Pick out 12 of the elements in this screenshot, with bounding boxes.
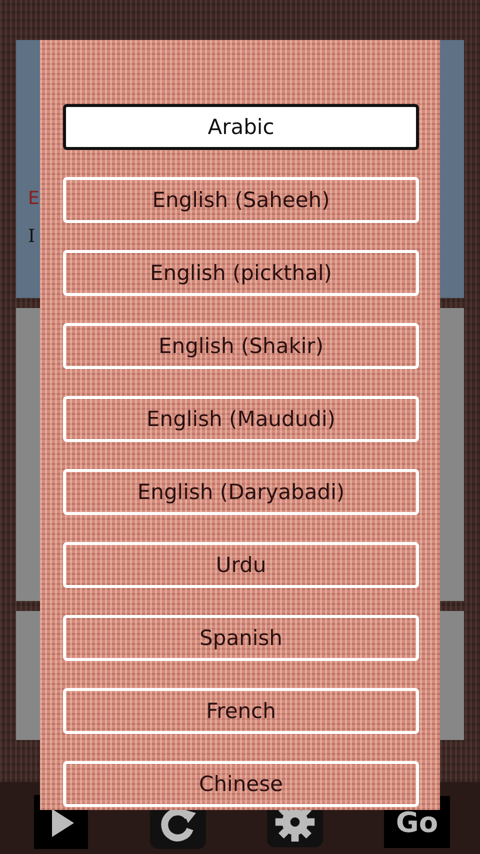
language-option[interactable]: French [63,688,419,734]
card-text: E [28,187,38,211]
language-option[interactable]: Arabic [63,104,419,150]
language-option[interactable]: English (Daryabadi) [63,469,419,515]
language-option[interactable]: English (pickthal) [63,250,419,296]
language-option[interactable]: English (Shakir) [63,323,419,369]
language-option[interactable]: English (Saheeh) [63,177,419,223]
language-option[interactable]: Chinese [63,761,419,807]
card-text: I [28,225,36,249]
language-option[interactable]: English (Maududi) [63,396,419,442]
language-option[interactable]: Spanish [63,615,419,661]
language-option[interactable]: Urdu [63,542,419,588]
